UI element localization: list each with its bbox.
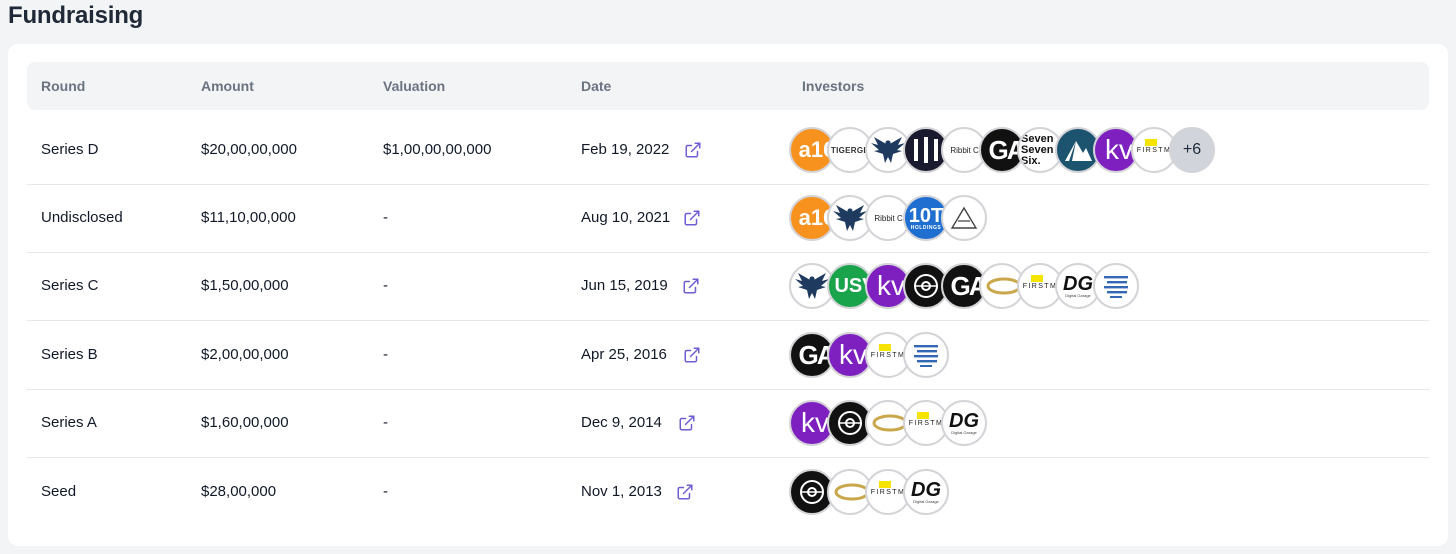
valuation-cell: - <box>383 414 388 431</box>
round-cell: Series A <box>41 414 97 431</box>
amount-cell: $1,50,00,000 <box>201 277 289 294</box>
round-cell: Seed <box>41 483 77 500</box>
amount-cell: $28,00,000 <box>201 483 277 500</box>
valuation-cell: $1,00,00,00,000 <box>383 141 492 158</box>
date-cell: Nov 1, 2013 <box>581 483 662 500</box>
column-header-investors: Investors <box>802 78 865 94</box>
digital-garage-logo[interactable]: DG Digital Garage <box>941 400 987 446</box>
external-link-icon[interactable] <box>676 483 694 501</box>
digital-garage-logo[interactable]: DG Digital Garage <box>903 469 949 515</box>
table-row: Series B $2,00,00,000- Apr 25, 2016 GA kv FIR… <box>27 321 1429 390</box>
lines-logo[interactable] <box>903 332 949 378</box>
external-link-icon[interactable] <box>684 141 702 159</box>
round-cell: Series B <box>41 346 98 363</box>
table-row: Series A $1,60,00,000- Dec 9, 2014 kv FIRSTM… <box>27 389 1429 458</box>
amount-cell: $1,60,00,000 <box>201 414 289 431</box>
external-link-icon[interactable] <box>683 346 701 364</box>
page-title: Fundraising <box>8 2 144 29</box>
round-cell: Series D <box>41 141 99 158</box>
valuation-cell: - <box>383 209 388 226</box>
external-link-icon[interactable] <box>682 277 700 295</box>
valuation-cell: - <box>383 346 388 363</box>
amount-cell: $11,10,00,000 <box>201 209 296 226</box>
column-header-amount[interactable]: Amount <box>201 62 254 110</box>
table-header: Round Amount Valuation Date Investors <box>27 62 1429 110</box>
date-cell: Dec 9, 2014 <box>581 414 662 431</box>
date-cell: Feb 19, 2022 <box>581 141 670 158</box>
amount-cell: $2,00,00,000 <box>201 346 289 363</box>
fundraising-card: Round Amount Valuation Date Investors Se… <box>8 44 1448 546</box>
date-cell: Apr 25, 2016 <box>581 346 667 363</box>
external-link-icon[interactable] <box>678 414 696 432</box>
amount-cell: $20,00,00,000 <box>201 141 297 158</box>
table-row: Seed $28,00,000- Nov 1, 2013 FIRSTMA DG Digit… <box>27 458 1429 526</box>
table-row: Undisclosed $11,10,00,000- Aug 10, 2021 a16… <box>27 184 1429 253</box>
more-investors-badge[interactable]: +6 <box>1169 127 1215 173</box>
external-link-icon[interactable] <box>683 209 701 227</box>
column-header-round[interactable]: Round <box>41 62 85 110</box>
valuation-cell: - <box>383 277 388 294</box>
round-cell: Series C <box>41 277 99 294</box>
table-row: Series C $1,50,00,000- Jun 15, 2019 USV kv GA… <box>27 252 1429 321</box>
column-header-valuation[interactable]: Valuation <box>383 62 445 110</box>
triangle-logo[interactable] <box>941 195 987 241</box>
round-cell: Undisclosed <box>41 209 123 226</box>
date-cell: Aug 10, 2021 <box>581 209 671 226</box>
lines-logo[interactable] <box>1093 263 1139 309</box>
table-row: Series D $20,00,00,000 $1,00,00,00,000 Feb … <box>27 116 1429 185</box>
date-cell: Jun 15, 2019 <box>581 277 668 294</box>
valuation-cell: - <box>383 483 388 500</box>
column-header-date[interactable]: Date <box>581 62 611 110</box>
